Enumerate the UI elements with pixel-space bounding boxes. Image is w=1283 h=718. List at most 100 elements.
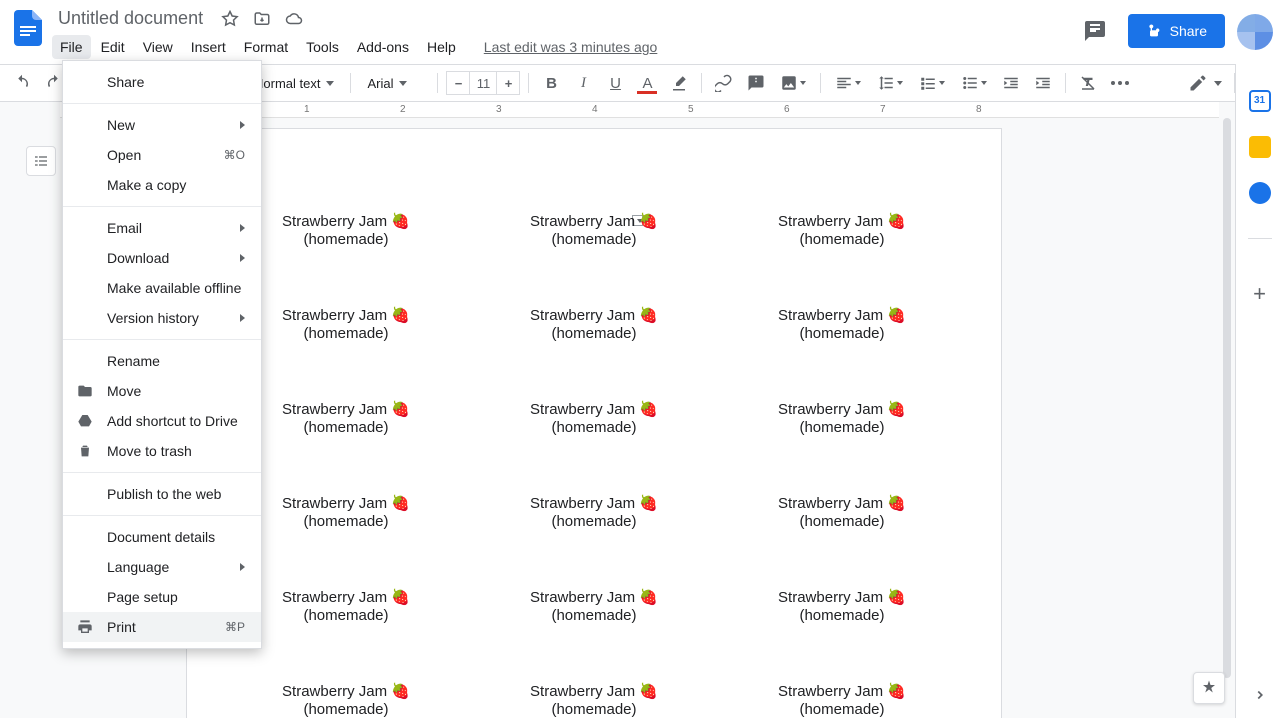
menu-item-rename[interactable]: Rename [63,346,261,376]
menu-item-publish-to-the-web[interactable]: Publish to the web [63,479,261,509]
label-cell[interactable]: Strawberry Jam 🍓(homemade) [718,401,966,437]
strawberry-icon: 🍓 [639,683,658,700]
menu-item-print[interactable]: Print⌘P [63,612,261,642]
label-cell[interactable]: Strawberry Jam 🍓(homemade) [470,683,718,718]
font-size-decrease[interactable]: − [447,76,469,91]
keep-app-icon[interactable] [1249,136,1271,158]
underline-button[interactable]: U [601,69,629,97]
font-family-select[interactable]: Arial [359,76,429,91]
editing-mode-button[interactable] [1188,73,1222,93]
more-tools-button[interactable] [1106,69,1134,97]
insert-link-button[interactable] [710,69,738,97]
ruler-tick: 4 [592,104,598,115]
menu-item-label: Share [107,74,144,90]
document-page[interactable]: Strawberry Jam 🍓(homemade)Strawberry Jam… [186,128,1002,718]
bulleted-list-button[interactable] [955,69,993,97]
docs-logo[interactable] [8,8,48,48]
share-label: Share [1170,23,1207,39]
insert-comment-button[interactable] [742,69,770,97]
label-cell[interactable]: Strawberry Jam 🍓(homemade) [470,307,718,343]
menu-item-version-history[interactable]: Version history [63,303,261,333]
label-cell[interactable]: Strawberry Jam 🍓(homemade) [470,401,718,437]
menu-item-make-a-copy[interactable]: Make a copy [63,170,261,200]
explore-button[interactable] [1193,672,1225,704]
menu-item-label: Download [107,250,169,266]
menu-item-open[interactable]: Open⌘O [63,140,261,170]
menu-file[interactable]: File [52,35,91,59]
label-cell[interactable]: Strawberry Jam 🍓(homemade) [470,589,718,625]
menu-item-label: Document details [107,529,215,545]
document-title[interactable]: Untitled document [52,6,209,31]
menu-addons[interactable]: Add-ons [349,35,417,59]
highlight-button[interactable] [665,69,693,97]
menu-edit[interactable]: Edit [93,35,133,59]
label-cell[interactable]: Strawberry Jam 🍓(homemade) [718,589,966,625]
menu-item-page-setup[interactable]: Page setup [63,582,261,612]
menu-item-shortcut: ⌘P [225,620,245,634]
move-to-folder-icon[interactable] [253,10,271,28]
strawberry-icon: 🍓 [887,401,906,418]
insert-image-button[interactable] [774,69,812,97]
ruler-tick: 5 [688,104,694,115]
cloud-status-icon[interactable] [285,10,303,28]
submenu-arrow-icon [240,224,245,232]
decrease-indent-button[interactable] [997,69,1025,97]
add-addon-button[interactable]: + [1253,281,1266,307]
label-cell[interactable]: Strawberry Jam 🍓(homemade) [718,213,966,249]
menu-item-label: Make a copy [107,177,186,193]
menu-item-new[interactable]: New [63,110,261,140]
label-cell[interactable]: Strawberry Jam 🍓(homemade) [718,307,966,343]
text-color-button[interactable]: A [633,69,661,97]
open-comments-button[interactable] [1078,14,1112,48]
menu-help[interactable]: Help [419,35,464,59]
menu-item-add-shortcut-to-drive[interactable]: Add shortcut to Drive [63,406,261,436]
clear-formatting-button[interactable] [1074,69,1102,97]
menu-item-download[interactable]: Download [63,243,261,273]
label-cell[interactable]: Strawberry Jam 🍓(homemade) [718,683,966,718]
menu-item-label: Add shortcut to Drive [107,413,238,429]
tasks-app-icon[interactable] [1249,182,1271,204]
font-size-increase[interactable]: + [497,76,519,91]
increase-indent-button[interactable] [1029,69,1057,97]
star-icon[interactable] [221,10,239,28]
label-cell[interactable]: Strawberry Jam 🍓(homemade) [718,495,966,531]
side-panel: 31 + [1235,64,1283,718]
ruler-tick: 8 [976,104,982,115]
undo-button[interactable] [8,69,36,97]
strawberry-icon: 🍓 [639,213,658,230]
menu-tools[interactable]: Tools [298,35,347,59]
menu-item-document-details[interactable]: Document details [63,522,261,552]
align-button[interactable] [829,69,867,97]
line-spacing-button[interactable] [871,69,909,97]
vertical-scrollbar[interactable] [1223,118,1231,678]
menu-item-make-available-offline[interactable]: Make available offline [63,273,261,303]
font-size-value[interactable]: 11 [469,72,497,94]
menu-insert[interactable]: Insert [183,35,234,59]
label-cell[interactable]: Strawberry Jam 🍓(homemade) [470,213,718,249]
share-button[interactable]: Share [1128,14,1225,48]
label-cell[interactable]: Strawberry Jam 🍓(homemade) [222,683,470,718]
menu-item-share[interactable]: Share [63,67,261,97]
checklist-button[interactable] [913,69,951,97]
strawberry-icon: 🍓 [391,307,410,324]
bold-button[interactable]: B [537,69,565,97]
submenu-arrow-icon [240,121,245,129]
menu-view[interactable]: View [135,35,181,59]
menu-item-label: Language [107,559,169,575]
last-edit-link[interactable]: Last edit was 3 minutes ago [484,35,658,59]
menu-item-label: Rename [107,353,160,369]
account-avatar[interactable] [1237,14,1273,50]
show-outline-button[interactable] [26,146,56,176]
menu-item-language[interactable]: Language [63,552,261,582]
menu-item-email[interactable]: Email [63,213,261,243]
menu-item-move-to-trash[interactable]: Move to trash [63,436,261,466]
label-cell[interactable]: Strawberry Jam 🍓(homemade) [470,495,718,531]
menu-item-label: Version history [107,310,199,326]
hide-side-panel-button[interactable] [1253,688,1267,702]
strawberry-icon: 🍓 [391,495,410,512]
calendar-app-icon[interactable]: 31 [1249,90,1271,112]
menu-item-move[interactable]: Move [63,376,261,406]
drive-icon [77,413,95,429]
italic-button[interactable]: I [569,69,597,97]
menu-format[interactable]: Format [236,35,296,59]
